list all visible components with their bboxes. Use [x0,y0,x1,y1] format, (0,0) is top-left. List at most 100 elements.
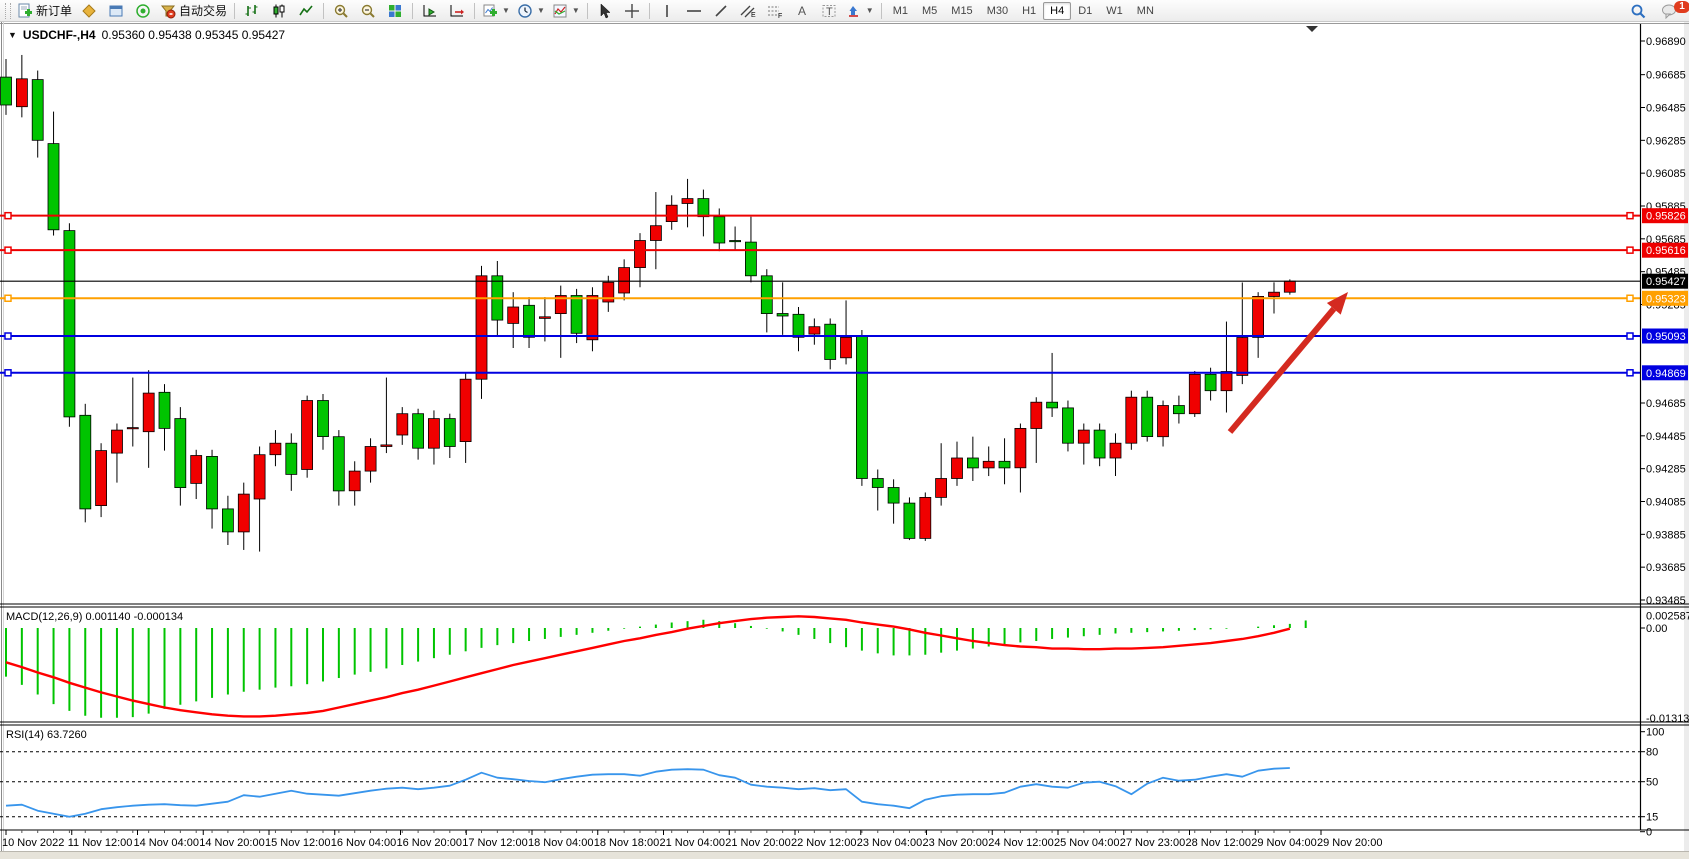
zoom-out-icon [360,3,377,19]
chart-shift-button[interactable] [444,2,470,20]
svg-text:0.94285: 0.94285 [1646,464,1686,476]
candlestick-mode-button[interactable] [266,2,292,20]
svg-text:0: 0 [1646,827,1652,839]
svg-text:14 Nov 04:00: 14 Nov 04:00 [134,837,199,849]
chart-symbol-title: USDCHF-,H4 [23,28,96,42]
svg-text:0.002587: 0.002587 [1646,610,1689,622]
timeframe-button-H4[interactable]: H4 [1043,2,1071,20]
new-chart-dropdown[interactable]: ▼ [479,2,513,20]
svg-text:F: F [778,13,782,19]
dropdown-caret: ▼ [866,6,874,15]
svg-text:23 Nov 20:00: 23 Nov 20:00 [923,837,988,849]
svg-text:0.00: 0.00 [1646,623,1667,635]
svg-text:0.95093: 0.95093 [1646,331,1686,343]
svg-text:0.93485: 0.93485 [1646,595,1686,607]
indicators-dropdown[interactable]: ▼ [549,2,583,20]
svg-text:A: A [798,4,806,18]
crosshair-tool-button[interactable] [619,2,645,20]
svg-text:18 Nov 04:00: 18 Nov 04:00 [528,837,593,849]
timeframe-button-M30[interactable]: M30 [980,2,1015,20]
search-button[interactable] [1625,2,1651,20]
timeframe-button-MN[interactable]: MN [1130,2,1161,20]
svg-text:0.94685: 0.94685 [1646,398,1686,410]
chart-shift-icon [449,3,465,19]
svg-text:23 Nov 04:00: 23 Nov 04:00 [857,837,922,849]
svg-text:0.96685: 0.96685 [1646,70,1686,82]
line-chart-mode-button[interactable] [293,2,319,20]
timeframe-button-M15[interactable]: M15 [944,2,979,20]
svg-text:21 Nov 20:00: 21 Nov 20:00 [725,837,790,849]
signals-button[interactable] [130,2,156,20]
svg-text:28 Nov 12:00: 28 Nov 12:00 [1186,837,1251,849]
autotrade-button[interactable]: 自动交易 [157,2,230,20]
dropdown-caret: ▼ [572,6,580,15]
cursor-tool-button[interactable] [592,2,618,20]
timeframe-button-M5[interactable]: M5 [915,2,944,20]
profile-button[interactable] [76,2,102,20]
svg-text:0.94485: 0.94485 [1646,431,1686,443]
equidistant-channel-tool[interactable]: E [735,2,761,20]
timeframe-button-M1[interactable]: M1 [886,2,915,20]
arrows-dropdown[interactable]: ▼ [843,2,877,20]
line-chart-icon [298,3,314,19]
svg-text:T: T [826,6,833,18]
svg-text:0.96085: 0.96085 [1646,168,1686,180]
svg-text:0.94869: 0.94869 [1646,368,1686,380]
price-chart-canvas[interactable]: 0.968900.966850.964850.962850.960850.958… [0,22,1689,859]
chart-title-caret-icon[interactable]: ▼ [8,30,17,40]
separator [234,3,235,19]
separator [323,3,324,19]
main-toolbar: 新订单 自动交易 [0,0,1689,22]
svg-text:80: 80 [1646,747,1658,759]
svg-text:50: 50 [1646,777,1658,789]
channel-icon: E [739,3,757,19]
svg-text:29 Nov 20:00: 29 Nov 20:00 [1317,837,1382,849]
new-order-button[interactable]: 新订单 [14,2,75,20]
svg-text:0.96285: 0.96285 [1646,135,1686,147]
trendline-icon [713,3,729,19]
timeframe-button-D1[interactable]: D1 [1071,2,1099,20]
svg-text:0.95616: 0.95616 [1646,245,1686,257]
svg-text:-0.013133: -0.013133 [1646,713,1689,725]
vertical-line-tool[interactable] [654,2,680,20]
toolbar-grip[interactable] [5,3,11,19]
arrow-objects-icon [846,3,862,19]
text-label-tool[interactable]: T [816,2,842,20]
svg-text:17 Nov 12:00: 17 Nov 12:00 [462,837,527,849]
trendline-tool[interactable] [708,2,734,20]
market-watch-button[interactable] [103,2,129,20]
fibonacci-icon: F [766,3,784,19]
bar-chart-mode-button[interactable] [239,2,265,20]
fibonacci-tool[interactable]: F [762,2,788,20]
clock-icon [517,3,533,19]
autotrade-label: 自动交易 [179,2,227,19]
svg-text:14 Nov 20:00: 14 Nov 20:00 [199,837,264,849]
auto-scroll-button[interactable] [417,2,443,20]
new-chart-icon [482,3,498,19]
horizontal-line-icon [685,3,703,19]
separator [881,3,882,19]
svg-text:22 Nov 12:00: 22 Nov 12:00 [791,837,856,849]
zoom-out-button[interactable] [355,2,381,20]
signal-icon [135,3,151,19]
svg-text:0.96485: 0.96485 [1646,102,1686,114]
window-bottom-edge [0,851,1689,859]
timeframe-button-W1[interactable]: W1 [1099,2,1130,20]
horizontal-line-tool[interactable] [681,2,707,20]
period-dropdown[interactable]: ▼ [514,2,548,20]
chart-window: 0.968900.966850.964850.962850.960850.958… [0,22,1689,859]
timeframe-button-H1[interactable]: H1 [1015,2,1043,20]
chart-title-bar: ▼ USDCHF-,H4 0.95360 0.95438 0.95345 0.9… [8,28,285,42]
market-watch-icon [108,3,124,19]
zoom-in-button[interactable] [328,2,354,20]
separator [474,3,475,19]
notification-badge: 1 [1674,1,1689,13]
svg-text:21 Nov 04:00: 21 Nov 04:00 [660,837,725,849]
toolbar-right-group: 1 [1625,0,1683,22]
tile-windows-icon [387,3,403,19]
community-button[interactable]: 1 [1657,2,1683,20]
svg-text:10 Nov 2022: 10 Nov 2022 [2,837,64,849]
text-tool[interactable]: A [789,2,815,20]
tile-windows-button[interactable] [382,2,408,20]
text-label-icon: T [821,3,837,19]
